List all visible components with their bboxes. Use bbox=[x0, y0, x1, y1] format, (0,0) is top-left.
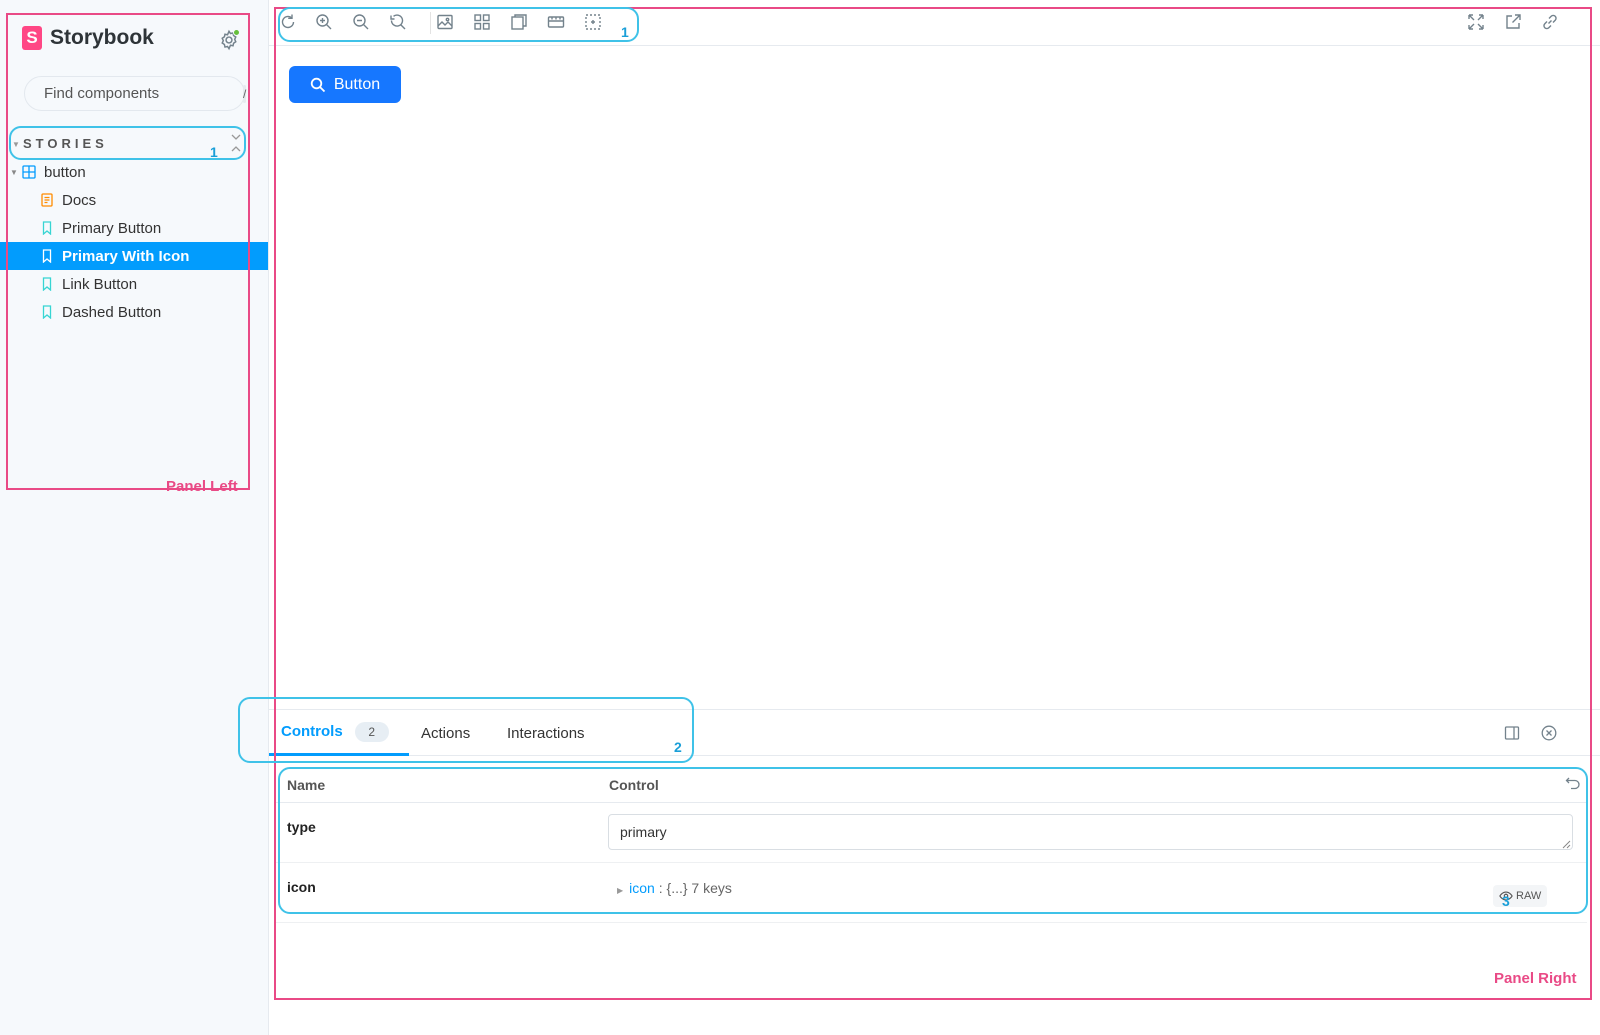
annotation-label-3: 3 bbox=[1502, 893, 1510, 909]
annotation-panel-right-label: Panel Right bbox=[1494, 970, 1577, 987]
annotation-label-1: 1 bbox=[621, 24, 629, 40]
annotation-panel-left-box bbox=[6, 13, 250, 490]
annotation-controls-box bbox=[278, 767, 1588, 914]
annotation-tabs-box bbox=[238, 697, 694, 763]
annotation-panel-left-label: Panel Left bbox=[166, 478, 238, 495]
annotation-label-2: 2 bbox=[674, 739, 682, 755]
annotation-label-1: 1 bbox=[210, 144, 218, 160]
storybook-app: S Storybook / ▼ STORIES ▼ bbox=[0, 0, 1600, 1035]
annotation-toolbar-box bbox=[278, 7, 639, 42]
